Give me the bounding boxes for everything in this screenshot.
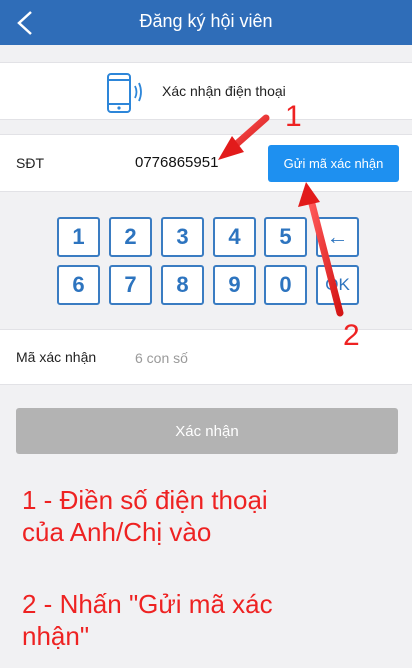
instruction-step-2: 2 - Nhấn "Gửi mã xác nhận" <box>22 588 402 652</box>
instruction-step-2-line-2: nhận" <box>22 621 90 651</box>
instruction-step-1-line-2: của Anh/Chị vào <box>22 517 212 547</box>
confirm-button[interactable]: Xác nhận <box>16 408 398 454</box>
step-1-number: 1 <box>285 100 302 133</box>
phone-number-value[interactable]: 0776865951 <box>135 154 218 171</box>
number-keypad: 1 2 3 4 5 ← 6 7 8 9 0 OK <box>57 217 359 306</box>
key-7[interactable]: 7 <box>109 265 152 305</box>
key-4[interactable]: 4 <box>213 217 256 257</box>
code-label: Mã xác nhận <box>16 349 97 365</box>
key-2[interactable]: 2 <box>109 217 152 257</box>
phone-verification-banner: Xác nhận điện thoại <box>0 62 412 120</box>
page-title: Đăng ký hội viên <box>139 11 273 31</box>
phone-label: SĐT <box>16 155 44 171</box>
key-5[interactable]: 5 <box>264 217 307 257</box>
key-6[interactable]: 6 <box>57 265 100 305</box>
ok-key[interactable]: OK <box>316 265 359 305</box>
instruction-step-1: 1 - Điền số điện thoại của Anh/Chị vào <box>22 484 402 548</box>
backspace-key[interactable]: ← <box>316 217 359 257</box>
send-code-button[interactable]: Gửi mã xác nhận <box>268 145 399 182</box>
key-0[interactable]: 0 <box>264 265 307 305</box>
top-app-bar: Đăng ký hội viên <box>0 0 412 45</box>
key-1[interactable]: 1 <box>57 217 100 257</box>
key-3[interactable]: 3 <box>161 217 204 257</box>
verify-phone-label: Xác nhận điện thoại <box>162 83 286 99</box>
step-2-number: 2 <box>343 319 360 352</box>
smartphone-icon <box>107 73 142 113</box>
key-9[interactable]: 9 <box>213 265 256 305</box>
key-8[interactable]: 8 <box>161 265 204 305</box>
phone-number-row: SĐT 0776865951 Gửi mã xác nhận <box>0 134 412 192</box>
instruction-step-2-line-1: 2 - Nhấn "Gửi mã xác <box>22 589 273 619</box>
instruction-step-1-line-1: 1 - Điền số điện thoại <box>22 485 268 515</box>
